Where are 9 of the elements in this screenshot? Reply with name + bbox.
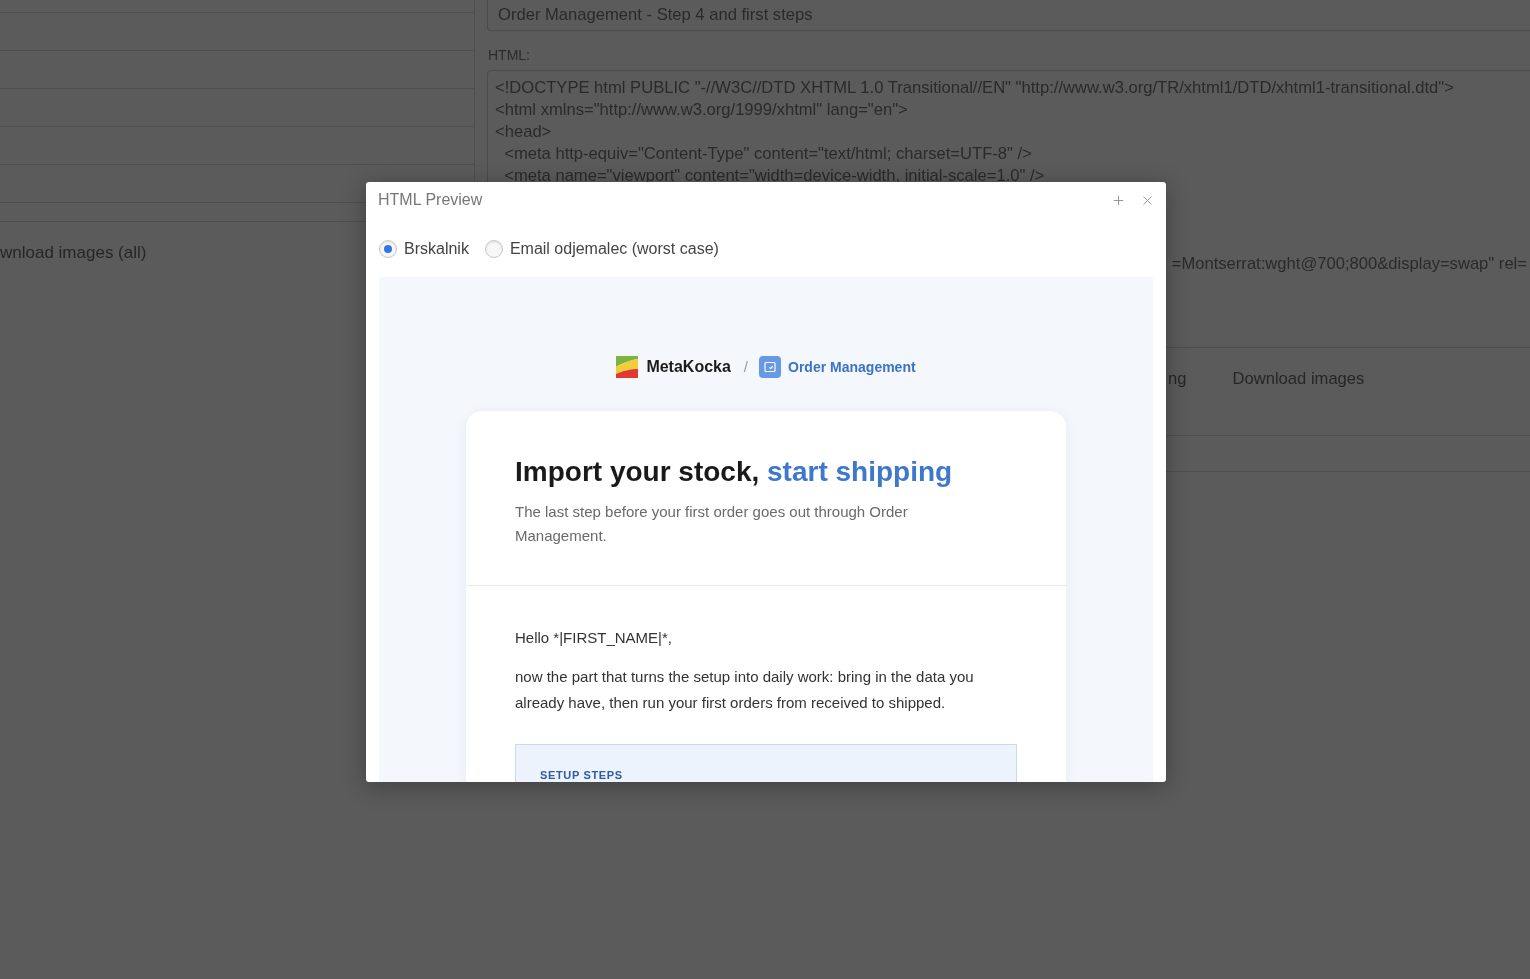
breadcrumb-separator: / (743, 357, 749, 377)
product-name: Order Management (788, 358, 916, 377)
dialog-title: HTML Preview (378, 190, 483, 210)
email-heading: Import your stock, start shipping (515, 455, 954, 489)
section-label: SETUP STEPS (540, 768, 624, 782)
intro-paragraph: now the part that turns the setup into daily work: bring in the data you already have, then run your first orders from received to shipped. (515, 667, 975, 713)
email-subtitle: The last step before your first order goes out through Order Management. (515, 502, 909, 546)
greeting-text: Hello *|FIRST_NAME|*, (515, 628, 673, 648)
brand-name: MetaKocka (646, 357, 731, 377)
